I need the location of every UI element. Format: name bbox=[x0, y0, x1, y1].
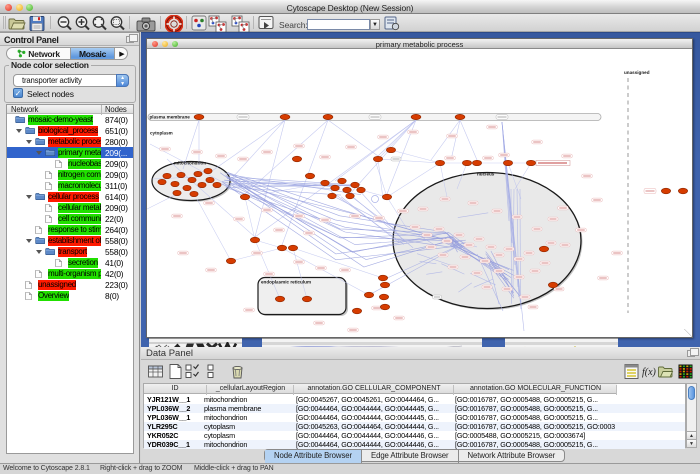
svg-text:endoplasmic reticulum: endoplasmic reticulum bbox=[261, 280, 311, 285]
svg-text:nucleus: nucleus bbox=[477, 172, 495, 177]
svg-text:unassigned: unassigned bbox=[624, 70, 650, 75]
svg-text:plasma membrane: plasma membrane bbox=[150, 114, 191, 119]
svg-text:f(x): f(x) bbox=[642, 367, 657, 378]
svg-text:cytoplasm: cytoplasm bbox=[150, 131, 173, 136]
svg-text:mitochondrion: mitochondrion bbox=[174, 161, 206, 166]
